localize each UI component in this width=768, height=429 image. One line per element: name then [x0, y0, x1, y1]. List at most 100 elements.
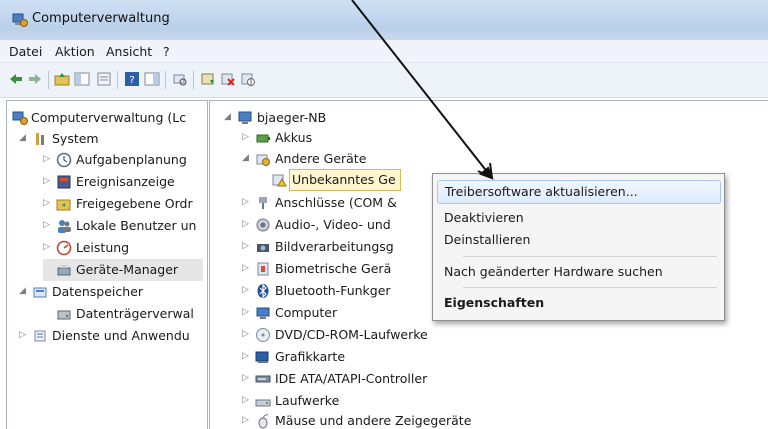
ide-controller-icon	[255, 371, 271, 387]
toolbar-separator	[117, 71, 118, 89]
title-bar: Computerverwaltung	[0, 0, 768, 40]
menu-aktion[interactable]: Aktion	[55, 44, 95, 59]
back-arrow-icon[interactable]	[8, 71, 24, 87]
tree-node-geraete-manager[interactable]: Geräte-Manager	[43, 259, 203, 281]
expand-arrow-icon[interactable]: ▷	[242, 394, 252, 406]
computer-name: bjaeger-NB	[257, 110, 327, 125]
scan-hardware-icon[interactable]	[172, 71, 188, 87]
tree-label: Dienste und Anwendu	[52, 328, 190, 343]
computer-icon	[255, 305, 271, 321]
menu-item-label: Deaktivieren	[444, 210, 524, 225]
device-label: Mäuse und andere Zeigegeräte	[275, 413, 472, 428]
bluetooth-icon	[255, 283, 271, 299]
menu-separator	[463, 256, 717, 257]
dvd-drive-icon	[255, 327, 271, 343]
disable-icon[interactable]	[240, 71, 256, 87]
console-tree-icon[interactable]	[74, 71, 90, 87]
up-folder-icon[interactable]	[54, 71, 70, 87]
battery-icon	[255, 130, 271, 146]
expand-arrow-icon[interactable]: ▷	[242, 414, 252, 426]
storage-icon	[32, 284, 48, 300]
expand-arrow-icon[interactable]: ▷	[242, 350, 252, 362]
tree-label: Geräte-Manager	[76, 262, 179, 277]
menu-item-label: Treibersoftware aktualisieren...	[445, 184, 638, 199]
device-label: DVD/CD-ROM-Laufwerke	[275, 327, 428, 342]
svg-text:?: ?	[129, 75, 134, 86]
menu-item-scan-hardware[interactable]: Nach geänderter Hardware suchen	[437, 261, 719, 283]
expand-arrow-icon[interactable]: ▷	[43, 197, 53, 209]
expand-arrow-icon[interactable]: ▷	[242, 372, 252, 384]
unknown-device-warning-icon	[271, 172, 287, 188]
device-label: Andere Geräte	[275, 151, 367, 166]
computer-icon	[237, 110, 253, 126]
device-label: Audio-, Video- und	[275, 217, 391, 232]
menu-item-label: Eigenschaften	[444, 295, 545, 310]
expand-arrow-icon[interactable]: ▷	[242, 284, 252, 296]
collapse-arrow-icon[interactable]: ◢	[19, 285, 29, 297]
properties-icon[interactable]	[96, 71, 112, 87]
update-driver-icon[interactable]	[200, 71, 216, 87]
expand-arrow-icon[interactable]: ▷	[242, 240, 252, 252]
menu-item-update-driver[interactable]: Treibersoftware aktualisieren...	[437, 180, 721, 204]
tree-label: Aufgabenplanung	[76, 152, 187, 167]
expand-arrow-icon[interactable]: ▷	[242, 262, 252, 274]
menu-item-deactivate[interactable]: Deaktivieren	[437, 207, 719, 229]
collapse-arrow-icon[interactable]: ◢	[19, 132, 29, 144]
biometric-icon	[255, 261, 271, 277]
menu-item-label: Nach geänderter Hardware suchen	[444, 264, 663, 279]
disk-drive-icon	[255, 393, 271, 409]
device-label: Unbekanntes Ge	[289, 169, 401, 191]
device-label: Grafikkarte	[275, 349, 346, 364]
expand-arrow-icon[interactable]: ▷	[43, 175, 53, 187]
expand-arrow-icon[interactable]: ▷	[43, 219, 53, 231]
clock-icon	[56, 152, 72, 168]
audio-icon	[255, 217, 271, 233]
expand-arrow-icon[interactable]: ▷	[242, 196, 252, 208]
menu-bar: Datei Aktion Ansicht ?	[0, 40, 768, 63]
other-devices-icon	[255, 151, 271, 167]
device-label: Biometrische Gerä	[275, 261, 392, 276]
device-label: Anschlüsse (COM &	[275, 195, 397, 210]
uninstall-icon[interactable]	[220, 71, 236, 87]
imaging-device-icon	[255, 239, 271, 255]
menu-ansicht[interactable]: Ansicht	[106, 44, 152, 59]
shared-folder-icon	[56, 196, 72, 212]
toolbar-separator	[165, 71, 166, 89]
menu-datei[interactable]: Datei	[9, 44, 42, 59]
users-icon	[56, 218, 72, 234]
device-label: Bluetooth-Funkger	[275, 283, 391, 298]
forward-arrow-icon[interactable]	[27, 71, 43, 87]
tree-label: Lokale Benutzer un	[76, 218, 197, 233]
device-label: Akkus	[275, 130, 313, 145]
window-title: Computerverwaltung	[32, 11, 170, 26]
port-icon	[255, 195, 271, 211]
menu-item-properties[interactable]: Eigenschaften	[437, 292, 719, 314]
expand-arrow-icon[interactable]: ▷	[242, 131, 252, 143]
show-hide-icon[interactable]	[144, 71, 160, 87]
device-label: Bildverarbeitungsg	[275, 239, 394, 254]
console-tree-pane: Computerverwaltung (Lc ◢ System ▷ Aufgab…	[6, 100, 208, 429]
expand-arrow-icon[interactable]: ▷	[242, 306, 252, 318]
help-icon[interactable]: ?	[124, 71, 140, 87]
device-label: Computer	[275, 305, 338, 320]
collapse-arrow-icon[interactable]: ◢	[242, 152, 252, 164]
context-menu: Treibersoftware aktualisieren... Deaktiv…	[432, 173, 725, 321]
expand-arrow-icon[interactable]: ▷	[19, 329, 29, 341]
device-manager-icon	[56, 262, 72, 278]
expand-arrow-icon[interactable]: ▷	[242, 328, 252, 340]
tree-label: Freigegebene Ordr	[76, 196, 193, 211]
services-icon	[32, 328, 48, 344]
tree-label: System	[52, 131, 99, 146]
device-label: Laufwerke	[275, 393, 340, 408]
expand-arrow-icon[interactable]: ▷	[43, 153, 53, 165]
expand-arrow-icon[interactable]: ▷	[242, 218, 252, 230]
toolbar-separator	[193, 71, 194, 89]
menu-help[interactable]: ?	[163, 44, 170, 59]
menu-item-label: Deinstallieren	[444, 232, 531, 247]
menu-separator	[463, 287, 717, 288]
menu-item-uninstall[interactable]: Deinstallieren	[437, 229, 719, 251]
expand-arrow-icon[interactable]: ▷	[43, 241, 53, 253]
tree-label: Computerverwaltung (Lc	[31, 110, 187, 125]
computer-management-icon	[12, 12, 28, 28]
collapse-arrow-icon[interactable]: ◢	[224, 111, 234, 123]
